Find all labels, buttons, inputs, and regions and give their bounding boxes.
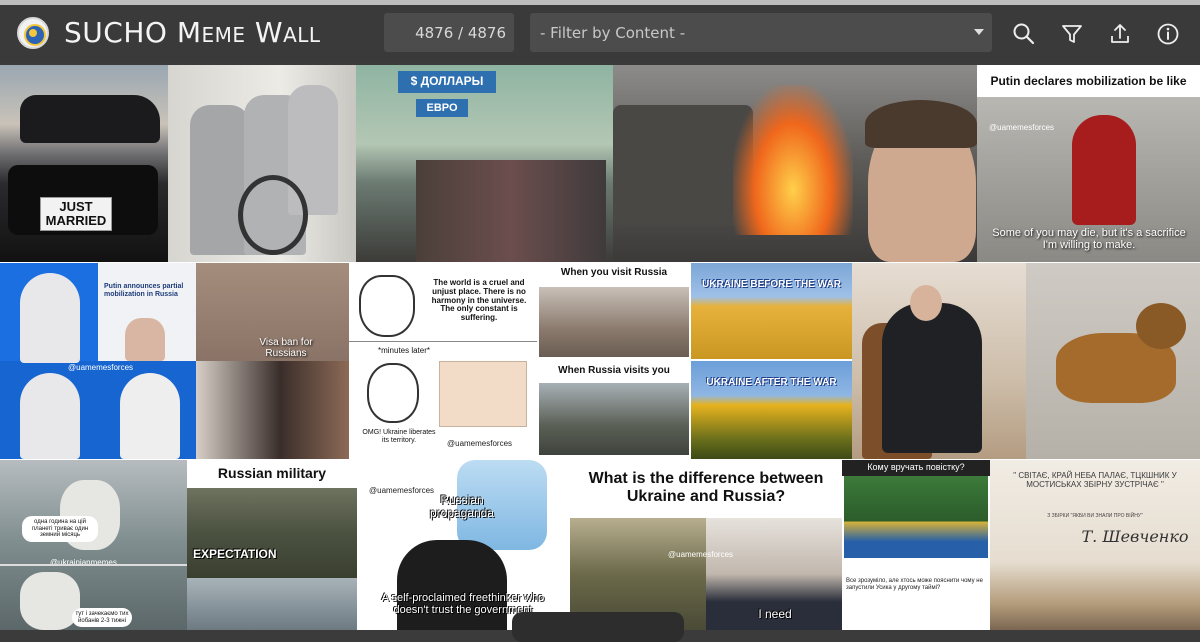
filter-icon[interactable] [1059,21,1085,47]
just-married-sign: JUST MARRIED [40,197,112,231]
meme-tile-russian-military[interactable]: Russian military EXPECTATION [187,460,357,630]
wojak-top-text: The world is a cruel and unjust place. T… [431,278,527,323]
mobilization-caption: Some of you may die, but it's a sacrific… [992,227,1186,252]
meme-tile-dollars-store[interactable]: $ ДОЛЛАРЫ ЕВРО [356,65,613,262]
meme-tile-dw-z-guys[interactable]: Putin announces partial mobilization in … [0,263,196,459]
meme-tile-wojak[interactable]: The world is a cruel and unjust place. T… [349,263,537,459]
wojak-bottom-text: OMG! Ukraine liberates its territory. [362,429,436,444]
after-war-caption: UKRAINE AFTER THE WAR [706,377,837,388]
before-war-caption: UKRAINE BEFORE THE WAR [702,279,841,290]
minutes-later-text: *minutes later* [377,346,431,355]
difference-title: What is the difference between Ukraine a… [588,470,824,505]
item-count: 4876 / 4876 [384,13,514,52]
dw-handle: @uamemesforces [68,363,134,372]
russia-visits-caption: When Russia visits you [558,365,670,376]
meme-tile-shevchenko[interactable]: " СВІТАЄ, КРАЙ НЕБА ПАЛАЄ, ТЦКШНИК У МОС… [990,460,1200,630]
visit-russia-caption: When you visit Russia [560,267,668,278]
interstellar-bottom-text: тут і зачекаємо тих йобанів 2-3 тижні [72,608,132,628]
meme-tile-povistka[interactable]: Кому вручать повістку? Все зрозуміло, ал… [842,460,990,630]
floating-toolbar[interactable] [512,612,684,642]
info-icon[interactable] [1155,21,1181,47]
expectation-caption: EXPECTATION [193,547,277,561]
page-title: SUCHO Meme Wall [64,16,321,49]
meme-tile-difference[interactable]: What is the difference between Ukraine a… [570,460,842,630]
meme-tile-ukraine-before-after[interactable]: UKRAINE BEFORE THE WAR UKRAINE AFTER THE… [691,263,852,459]
visa-ban-caption: Visa ban for Russians [259,337,313,359]
shevchenko-subtitle: З ЗБІРКИ "ЯКБИ ВИ ЗНАЛИ ПРО ВІЙНУ" [1047,513,1143,519]
meme-tile-fire-zelensky[interactable] [613,65,977,262]
dollars-sign: $ ДОЛЛАРЫ [398,71,496,93]
meme-tile-visit-russia[interactable]: When you visit Russia When Russia visits… [537,263,691,459]
meme-tile-mobilization[interactable]: Putin declares mobilization be like @uam… [977,65,1200,262]
meme-tile-visa-ban[interactable]: Visa ban for Russians [196,263,349,459]
meme-tile-putin-chair[interactable] [852,263,1026,459]
shevchenko-quote: " СВІТАЄ, КРАЙ НЕБА ПАЛАЄ, ТЦКШНИК У МОС… [1013,471,1177,489]
interstellar-top-text: одна година на цій планеті триває один з… [22,516,98,542]
propaganda-caption: Russian propaganda [429,493,495,521]
wojak-handle: @uamemesforces [447,439,513,448]
mobilization-handle: @uamemesforces [989,123,1055,132]
difference-handle: @uamemesforces [668,550,734,559]
meme-tile-interstellar[interactable]: одна година на цій планеті триває один з… [0,460,187,630]
i-need-caption: I need [758,607,792,621]
mobilization-title: Putin declares mobilization be like [977,65,1200,97]
filter-selected-value: - Filter by Content - [540,23,686,42]
povistka-caption: Кому вручать повістку? [842,460,990,476]
sucho-logo[interactable] [17,17,49,49]
meme-tile-just-married[interactable]: JUST MARRIED [0,65,168,262]
dw-headline: Putin announces partial mobilization in … [104,283,184,298]
meme-tile-wheelchair-leaders[interactable] [168,65,356,262]
fb-post-text: Все зрозуміло, але хтось може пояснити ч… [846,578,983,591]
search-icon[interactable] [1011,21,1037,47]
upload-icon[interactable] [1107,21,1133,47]
meme-wall: JUST MARRIED $ ДОЛЛАРЫ ЕВРО Putin declar… [0,65,1200,630]
content-filter-select[interactable]: - Filter by Content - [530,13,992,52]
app-header: SUCHO Meme Wall 4876 / 4876 - Filter by … [0,5,1200,62]
russian-military-caption: Russian military [217,465,327,481]
meme-tile-dog[interactable] [1026,263,1200,459]
euro-sign: ЕВРО [416,99,468,117]
chevron-down-icon [974,29,984,35]
meme-tile-propaganda[interactable]: @uamemesforces Russian propaganda A self… [357,460,570,630]
shevchenko-signature: Т. Шевченко [1081,527,1189,546]
